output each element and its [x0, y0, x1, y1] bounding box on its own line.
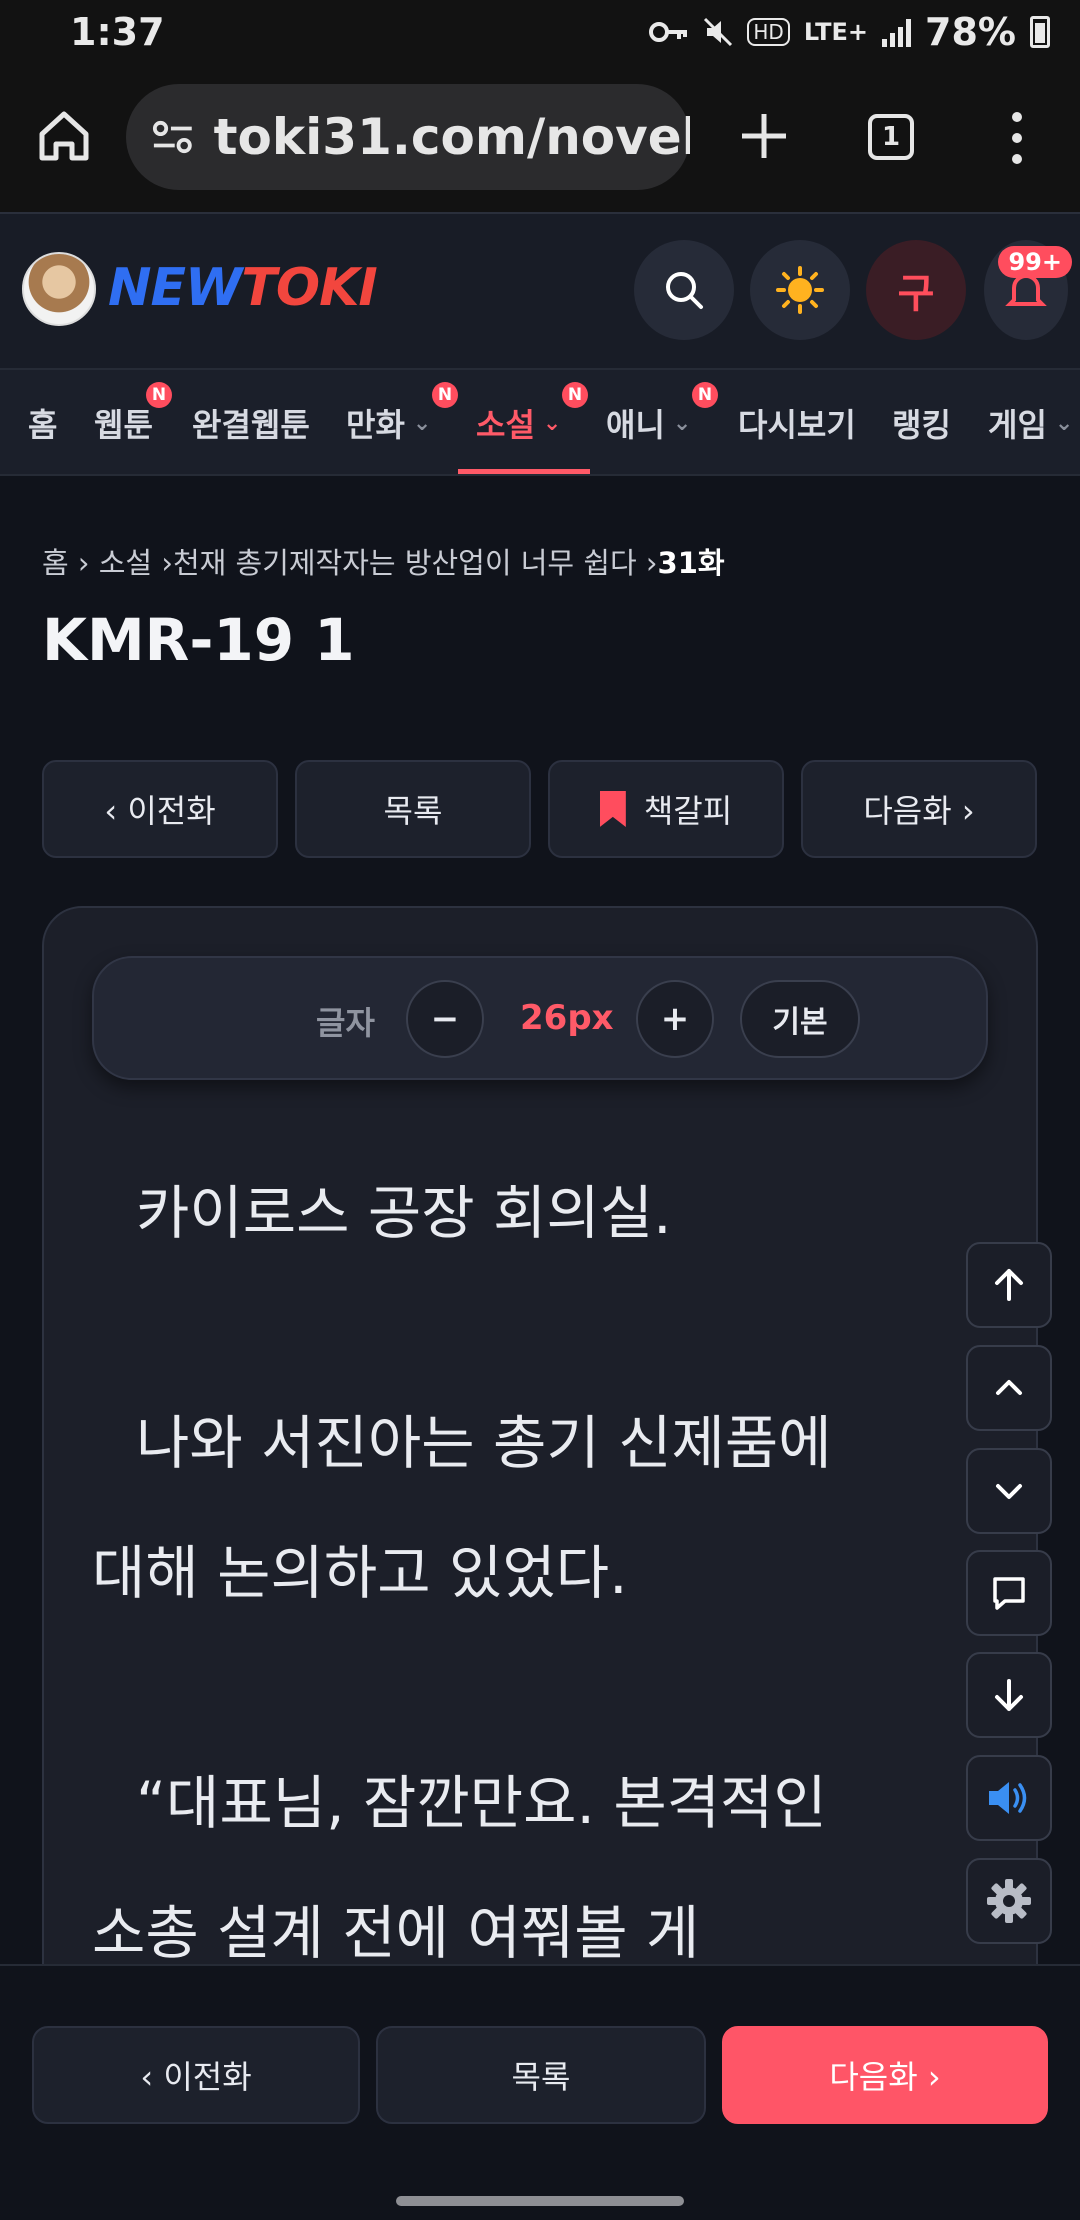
gesture-home-indicator[interactable] [396, 2196, 684, 2206]
search-icon [666, 272, 703, 309]
search-button[interactable] [634, 240, 734, 340]
mute-icon [704, 17, 733, 47]
status-bar: 1:37 HD LTE+ 78% [0, 0, 1080, 66]
new-tab-icon[interactable] [734, 106, 794, 166]
user-avatar-button[interactable]: 구 [866, 240, 966, 340]
tab-switcher-button[interactable]: 1 [868, 114, 914, 160]
chevron-down-icon [996, 1484, 1022, 1499]
bookmark-button[interactable]: 책갈피 [548, 760, 784, 858]
url-text: toki31.com/novel/ [213, 108, 690, 166]
comment-icon [993, 1577, 1025, 1610]
arrow-up-icon [995, 1269, 1023, 1301]
address-bar[interactable]: toki31.com/novel/ [126, 84, 690, 190]
novel-body-text: 카이로스 공장 회의실. 나와 서진아는 총기 신제품에 대해 논의하고 있었다… [92, 1148, 992, 1998]
breadcrumb-home[interactable]: 홈 [42, 546, 69, 580]
notification-count-badge: 99+ [998, 246, 1072, 278]
page-down-button[interactable] [966, 1448, 1052, 1534]
nav-item-anime[interactable]: 애니 ⌄ N [606, 370, 718, 474]
episode-list-button[interactable]: 목록 [295, 760, 531, 858]
site-settings-icon[interactable] [152, 119, 194, 155]
logo-mascot[interactable] [22, 252, 96, 326]
scroll-top-button[interactable] [966, 1242, 1052, 1328]
chevron-down-icon: ⌄ [412, 410, 432, 436]
browser-menu-icon[interactable] [1004, 112, 1030, 164]
breadcrumb-episode: 31화 [657, 546, 725, 580]
status-time: 1:37 [70, 10, 165, 54]
font-size-panel: 글자 − 26px + 기본 [92, 956, 988, 1080]
chevron-down-icon: ⌄ [1054, 410, 1074, 436]
network-type: LTE+ [803, 18, 869, 46]
site-header: NEWTOKI 구 99+ [0, 212, 1080, 368]
next-episode-button[interactable]: 다음화 › [801, 760, 1037, 858]
battery-icon [1030, 16, 1050, 48]
scroll-bottom-button[interactable] [966, 1652, 1052, 1738]
home-icon[interactable] [36, 108, 92, 164]
paragraph: 나와 서진아는 총기 신제품에 [136, 1409, 832, 1477]
new-badge: N [432, 382, 458, 408]
new-badge: N [692, 382, 718, 408]
gear-icon [987, 1879, 1031, 1923]
new-badge: N [146, 382, 172, 408]
nav-item-home[interactable]: 홈 [28, 370, 57, 474]
active-tab-indicator [458, 469, 590, 474]
breadcrumb-category[interactable]: 소설 [99, 546, 152, 580]
notification-button[interactable]: 99+ [984, 240, 1072, 340]
chevron-down-icon: ⌄ [542, 410, 562, 436]
bottom-episode-list-button[interactable]: 목록 [376, 2026, 706, 2124]
browser-toolbar: toki31.com/novel/ 1 [0, 66, 1080, 212]
chevron-up-icon [996, 1380, 1022, 1395]
sun-icon [776, 266, 824, 314]
paragraph: 대해 논의하고 있었다. [92, 1539, 628, 1607]
chevron-down-icon: ⌄ [672, 410, 692, 436]
signal-icon [882, 17, 912, 47]
nav-item-game[interactable]: 게임 ⌄ [988, 370, 1074, 474]
bottom-episode-bar: ‹ 이전화 목록 다음화 › [0, 1964, 1080, 2220]
font-reset-button[interactable]: 기본 [740, 980, 860, 1058]
nav-item-webtoon[interactable]: 웹툰 N [94, 370, 172, 474]
hd-voice-icon: HD [747, 18, 790, 46]
new-badge: N [562, 382, 588, 408]
bottom-next-episode-button[interactable]: 다음화 › [722, 2026, 1048, 2124]
main-nav: 홈 웹툰 N 완결웹툰 만화 ⌄ N 소설 ⌄ N 애니 ⌄ N 다시보기 랭킹 게임 ⌄ [0, 368, 1080, 476]
arrow-down-icon [995, 1679, 1023, 1711]
font-size-label: 글자 [316, 1004, 375, 1042]
paragraph: 카이로스 공장 회의실. [136, 1179, 672, 1247]
nav-item-novel[interactable]: 소설 ⌄ N [476, 370, 588, 474]
settings-button[interactable] [966, 1858, 1052, 1944]
battery-percent: 78% [925, 10, 1016, 54]
key-icon [649, 22, 688, 42]
prev-episode-button[interactable]: ‹ 이전화 [42, 760, 278, 858]
text-to-speech-button[interactable] [966, 1755, 1052, 1841]
nav-item-manga[interactable]: 만화 ⌄ N [346, 370, 458, 474]
font-size-value: 26px [520, 998, 614, 1038]
comments-button[interactable] [966, 1550, 1052, 1636]
breadcrumb: 홈 › 소설 ›천재 총기제작자는 방산업이 너무 쉽다 ›31화 [42, 546, 725, 580]
breadcrumb-series[interactable]: 천재 총기제작자는 방산업이 너무 쉽다 [173, 546, 637, 580]
nav-item-ranking[interactable]: 랭킹 [892, 370, 951, 474]
nav-item-completed-webtoon[interactable]: 완결웹툰 [192, 370, 310, 474]
paragraph: “대표님, 잠깐만요. 본격적인 [136, 1769, 827, 1837]
status-icons: HD LTE+ 78% [649, 10, 1050, 54]
bottom-prev-episode-button[interactable]: ‹ 이전화 [32, 2026, 360, 2124]
font-decrease-button[interactable]: − [406, 980, 484, 1058]
site-logo[interactable]: NEWTOKI [108, 258, 378, 318]
speaker-icon [989, 1782, 1027, 1814]
bookmark-icon [599, 791, 626, 827]
page-title: KMR-19 1 [42, 606, 355, 674]
nav-item-replay[interactable]: 다시보기 [738, 370, 856, 474]
page-up-button[interactable] [966, 1345, 1052, 1431]
font-increase-button[interactable]: + [636, 980, 714, 1058]
theme-toggle-button[interactable] [750, 240, 850, 340]
